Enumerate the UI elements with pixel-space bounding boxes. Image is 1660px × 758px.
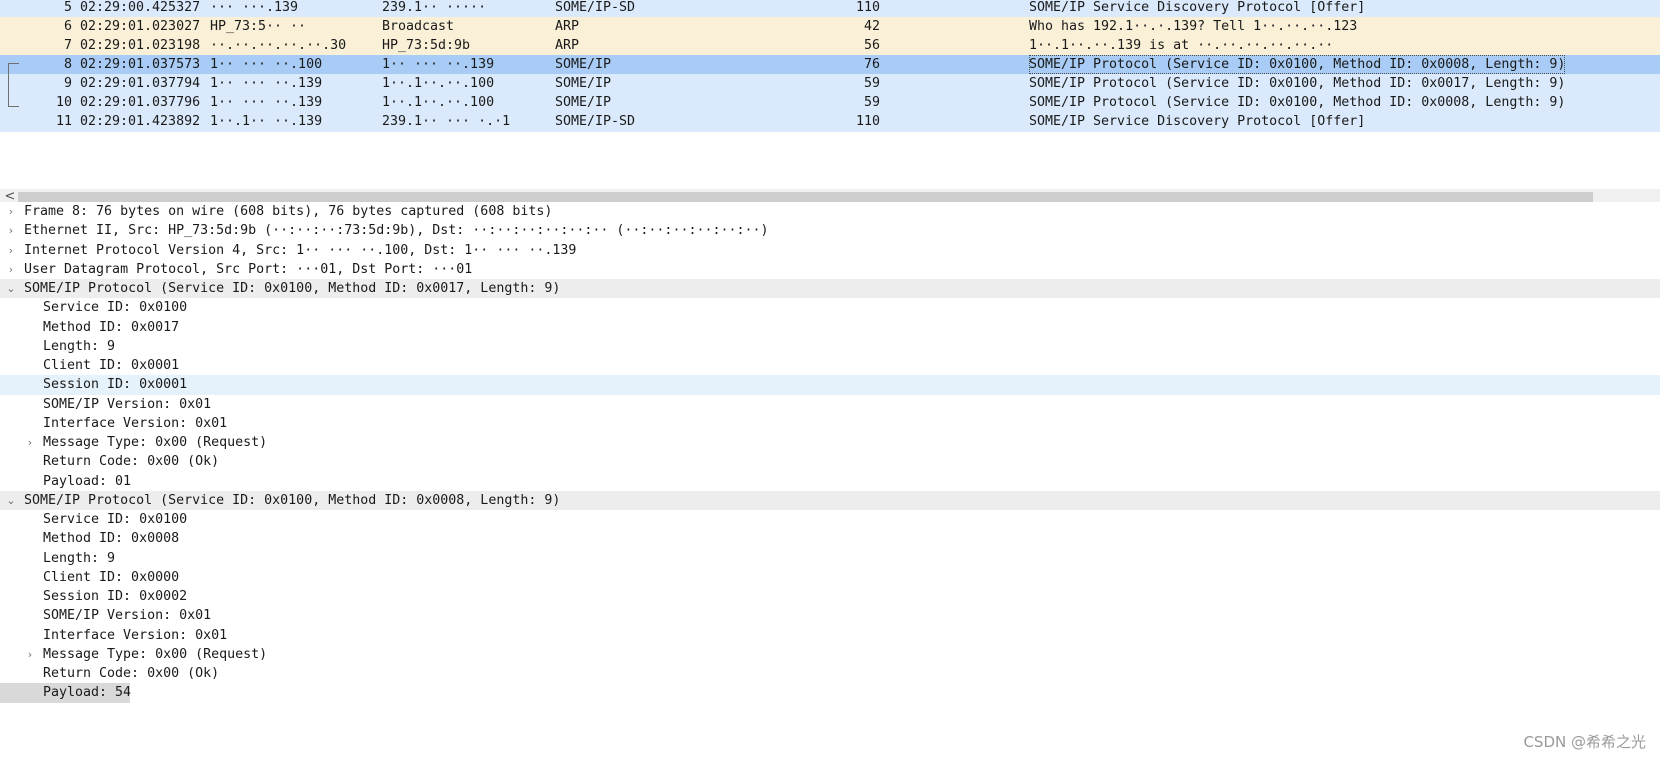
packet-info: SOME/IP Protocol (Service ID: 0x0100, Me…: [1029, 95, 1566, 110]
packet-row[interactable]: 11 02:29:01.423892 1··.1·· ··.139 239.1·· ·…: [0, 112, 1660, 132]
tree-row-label: SOME/IP Version: 0x01: [43, 608, 212, 623]
packet-row[interactable]: 7 02:29:01.023198 ··.··.··.··.··.30 HP_73:5…: [0, 36, 1660, 56]
packet-list[interactable]: 5 02:29:00.425327 ··· ···.139 239.1·· ·····…: [0, 0, 1660, 206]
tree-row-label: User Datagram Protocol, Src Port: ···01,…: [24, 262, 473, 277]
tree-row-label: Ethernet II, Src: HP_73:5d:9b (··:··:··:…: [24, 223, 769, 238]
packet-row[interactable]: 6 02:29:01.023027 HP_73:5·· ·· Broadcast ARP…: [0, 17, 1660, 37]
tree-row-label: Client ID: 0x0000: [43, 570, 180, 585]
packet-row[interactable]: 5 02:29:00.425327 ··· ···.139 239.1·· ·····…: [0, 0, 1660, 18]
expand-arrow-icon[interactable]: ›: [25, 433, 35, 453]
tree-row-label: Payload: 54: [43, 685, 132, 700]
tree-row-label: Session ID: 0x0002: [43, 589, 188, 604]
tree-field[interactable]: Interface Version: 0x01: [0, 414, 1660, 434]
packet-info: SOME/IP Protocol (Service ID: 0x0100, Me…: [1029, 55, 1566, 74]
watermark: CSDN @希希之光: [1523, 733, 1646, 751]
tree-field[interactable]: Session ID: 0x0002: [0, 587, 1660, 607]
tree-field[interactable]: Length: 9: [0, 337, 1660, 357]
tree-field[interactable]: Client ID: 0x0000: [0, 568, 1660, 588]
tree-row-label: Payload: 01: [43, 474, 132, 489]
tree-row-label: Message Type: 0x00 (Request): [43, 435, 268, 450]
tree-field[interactable]: Method ID: 0x0017: [0, 318, 1660, 338]
packet-row[interactable]: 8 02:29:01.037573 1·· ··· ··.100 1·· ··· ··…: [0, 55, 1660, 75]
packet-row[interactable]: 9 02:29:01.037794 1·· ··· ··.139 1··.1··.··…: [0, 74, 1660, 94]
tree-field[interactable]: Return Code: 0x00 (Ok): [0, 664, 1660, 684]
tree-row-label: Return Code: 0x00 (Ok): [43, 454, 220, 469]
tree-node[interactable]: ⌄ SOME/IP Protocol (Service ID: 0x0100, M…: [0, 491, 1660, 511]
expand-arrow-icon[interactable]: ›: [25, 645, 35, 665]
packet-length: 42: [863, 19, 880, 34]
collapse-arrow-icon[interactable]: ⌄: [6, 491, 16, 511]
packet-length: 59: [863, 76, 880, 91]
tree-row-label: Service ID: 0x0100: [43, 512, 188, 527]
tree-node[interactable]: ⌄ SOME/IP Protocol (Service ID: 0x0100, M…: [0, 279, 1660, 299]
packet-info: SOME/IP Protocol (Service ID: 0x0100, Me…: [1029, 76, 1566, 91]
tree-field[interactable]: › Message Type: 0x00 (Request): [0, 433, 1660, 453]
tree-field[interactable]: Service ID: 0x0100: [0, 298, 1660, 318]
scrollbar-thumb[interactable]: [18, 192, 1593, 202]
tree-row-label: SOME/IP Protocol (Service ID: 0x0100, Me…: [24, 493, 561, 508]
tree-row-label: Service ID: 0x0100: [43, 300, 188, 315]
packet-length: 56: [863, 38, 880, 53]
packet-row[interactable]: 10 02:29:01.037796 1·· ··· ··.139 1··.1··.·…: [0, 93, 1660, 113]
tree-row-label: Interface Version: 0x01: [43, 416, 228, 431]
tree-field[interactable]: Session ID: 0x0001: [0, 375, 1660, 395]
tree-row-label: Method ID: 0x0017: [43, 320, 180, 335]
related-packets-indicator: [8, 63, 19, 107]
tree-field[interactable]: Method ID: 0x0008: [0, 529, 1660, 549]
tree-row-label: Method ID: 0x0008: [43, 531, 180, 546]
packet-length: 76: [863, 57, 880, 72]
tree-row-label: Return Code: 0x00 (Ok): [43, 666, 220, 681]
tree-field[interactable]: SOME/IP Version: 0x01: [0, 606, 1660, 626]
packet-info: SOME/IP Service Discovery Protocol [Offe…: [1029, 0, 1366, 15]
expand-arrow-icon[interactable]: ›: [6, 260, 16, 280]
tree-row-label: Length: 9: [43, 551, 116, 566]
packet-length: 110: [855, 0, 880, 15]
tree-field[interactable]: Client ID: 0x0001: [0, 356, 1660, 376]
tree-field[interactable]: Length: 9: [0, 549, 1660, 569]
tree-row-label: Length: 9: [43, 339, 116, 354]
packet-length: 110: [855, 114, 880, 129]
tree-field[interactable]: Service ID: 0x0100: [0, 510, 1660, 530]
tree-node[interactable]: › Internet Protocol Version 4, Src: 1·· ·…: [0, 241, 1660, 261]
collapse-arrow-icon[interactable]: ⌄: [6, 279, 16, 299]
tree-row-label: Interface Version: 0x01: [43, 628, 228, 643]
expand-arrow-icon[interactable]: ›: [6, 221, 16, 241]
tree-field[interactable]: Return Code: 0x00 (Ok): [0, 452, 1660, 472]
tree-row-label: Client ID: 0x0001: [43, 358, 180, 373]
packet-info: SOME/IP Service Discovery Protocol [Offe…: [1029, 114, 1366, 129]
tree-row-label: Session ID: 0x0001: [43, 377, 188, 392]
tree-field[interactable]: SOME/IP Version: 0x01: [0, 395, 1660, 415]
tree-node[interactable]: › User Datagram Protocol, Src Port: ···01…: [0, 260, 1660, 280]
packet-info: Who has 192.1··.·.139? Tell 1··.··.··.12…: [1029, 19, 1358, 34]
tree-field[interactable]: Interface Version: 0x01: [0, 626, 1660, 646]
tree-field[interactable]: › Message Type: 0x00 (Request): [0, 645, 1660, 665]
packet-length: 59: [863, 95, 880, 110]
tree-field[interactable]: Payload: 54: [0, 683, 132, 703]
tree-node[interactable]: › Ethernet II, Src: HP_73:5d:9b (··:··:··…: [0, 221, 1660, 241]
tree-row-label: Internet Protocol Version 4, Src: 1·· ··…: [24, 243, 577, 258]
tree-field[interactable]: Payload: 01: [0, 472, 1660, 492]
packet-detail-tree[interactable]: › Frame 8: 76 bytes on wire (608 bits), 7…: [0, 202, 1660, 758]
tree-node[interactable]: › Frame 8: 76 bytes on wire (608 bits), 7…: [0, 202, 1660, 222]
expand-arrow-icon[interactable]: ›: [6, 241, 16, 261]
expand-arrow-icon[interactable]: ›: [6, 202, 16, 222]
tree-row-label: SOME/IP Version: 0x01: [43, 397, 212, 412]
tree-row-label: SOME/IP Protocol (Service ID: 0x0100, Me…: [24, 281, 561, 296]
tree-row-label: Message Type: 0x00 (Request): [43, 647, 268, 662]
tree-row-label: Frame 8: 76 bytes on wire (608 bits), 76…: [24, 204, 553, 219]
packet-info: 1··.1··.··.139 is at ··.··.··.··.··.··: [1029, 38, 1334, 53]
